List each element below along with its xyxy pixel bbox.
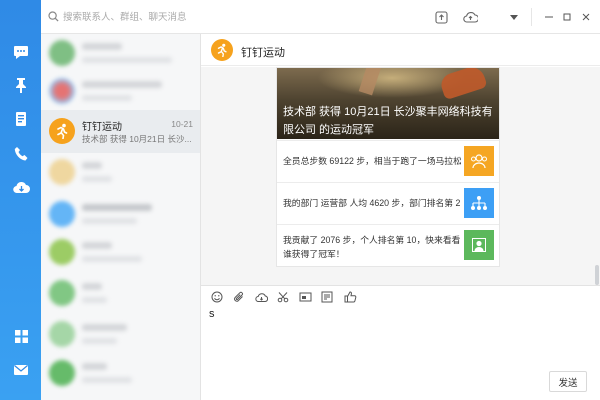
nav-rail xyxy=(0,0,41,400)
document-icon[interactable] xyxy=(11,109,31,129)
conversation-title: 钉钉运动 xyxy=(82,122,122,133)
blurred-preview xyxy=(82,218,137,224)
avatar xyxy=(49,159,75,185)
card-message-icon[interactable] xyxy=(319,289,335,305)
banner-title-line1: 技术部 获得 10月21日 长沙聚丰网络科技有 xyxy=(283,106,493,118)
sport-report-card[interactable]: 技术部 获得 10月21日 长沙聚丰网络科技有 限公司 的运动冠军 全员总步数 … xyxy=(276,67,500,267)
chat-icon[interactable] xyxy=(11,42,31,62)
screen-share-icon[interactable] xyxy=(297,289,313,305)
input-toolbar xyxy=(201,285,600,307)
blurred-title xyxy=(82,324,127,331)
conversation-item[interactable] xyxy=(41,34,200,77)
attachment-icon[interactable] xyxy=(231,289,247,305)
blurred-preview xyxy=(82,95,132,101)
banner-image: 技术部 获得 10月21日 长沙聚丰网络科技有 限公司 的运动冠军 xyxy=(277,68,499,139)
avatar xyxy=(49,360,75,386)
conversation-list: 钉钉运动 10-21 技术部 获得 10月21日 长沙... xyxy=(41,34,201,400)
phone-icon[interactable] xyxy=(11,143,31,163)
emoji-icon[interactable] xyxy=(209,289,225,305)
conversation-preview: 技术部 获得 10月21日 长沙... xyxy=(82,134,192,144)
avatar xyxy=(49,280,75,306)
avatar xyxy=(49,40,75,66)
card-item-text-line2: 谁获得了冠军！ xyxy=(283,249,345,259)
blurred-title xyxy=(82,162,102,169)
cloud-disk-icon[interactable] xyxy=(11,177,31,197)
blurred-title xyxy=(82,204,152,211)
card-item-text: 我的部门 运营部 人均 4620 步，部门排名第 2 xyxy=(283,198,461,208)
top-bar xyxy=(41,0,600,34)
person-icon xyxy=(464,230,494,260)
blurred-preview xyxy=(82,256,142,262)
blurred-title xyxy=(82,242,112,249)
card-item[interactable]: 全员总步数 69122 步，相当于跑了一场马拉松 xyxy=(277,140,499,181)
close-icon[interactable] xyxy=(578,9,594,25)
conversation-item[interactable] xyxy=(41,195,200,238)
conversation-item[interactable] xyxy=(41,153,200,196)
avatar xyxy=(49,321,75,347)
search-icon xyxy=(48,11,59,25)
blurred-preview xyxy=(82,176,112,182)
workbench-grid-icon[interactable] xyxy=(11,326,31,346)
card-item[interactable]: 我的部门 运营部 人均 4620 步，部门排名第 2 xyxy=(277,182,499,223)
conversation-item[interactable] xyxy=(41,274,200,317)
maximize-icon[interactable] xyxy=(559,9,575,25)
search-input[interactable] xyxy=(63,9,243,25)
conversation-item[interactable] xyxy=(41,233,200,276)
card-item-text: 我贡献了 2076 步，个人排名第 10，快来看看 xyxy=(283,235,461,245)
conversation-item[interactable] xyxy=(41,315,200,358)
team-icon xyxy=(464,146,494,176)
blurred-preview xyxy=(82,338,117,344)
blurred-title xyxy=(82,43,122,50)
pin-icon[interactable] xyxy=(11,75,31,95)
chat-title: 钉钉运动 xyxy=(241,47,285,59)
blurred-preview xyxy=(82,57,172,63)
minimize-icon[interactable] xyxy=(541,9,557,25)
card-item-text: 全员总步数 69122 步，相当于跑了一场马拉松 xyxy=(283,156,461,166)
runner-avatar-icon xyxy=(49,118,75,144)
conversation-item[interactable] xyxy=(41,72,200,115)
thumbs-up-icon[interactable] xyxy=(342,289,358,305)
upload-screen-icon[interactable] xyxy=(433,9,449,25)
mail-icon[interactable] xyxy=(11,360,31,380)
conversation-item[interactable] xyxy=(41,354,200,397)
runner-avatar-icon[interactable] xyxy=(211,39,233,61)
cloud-file-icon[interactable] xyxy=(253,289,269,305)
conversation-item-active[interactable]: 钉钉运动 10-21 技术部 获得 10月21日 长沙... xyxy=(41,110,200,153)
org-chart-icon xyxy=(464,188,494,218)
chat-scrollbar[interactable] xyxy=(595,265,599,285)
avatar xyxy=(49,201,75,227)
message-input[interactable]: s xyxy=(209,308,215,320)
cloud-upload-icon[interactable] xyxy=(462,9,478,25)
conversation-time: 10-21 xyxy=(171,119,193,129)
blurred-title xyxy=(82,363,107,370)
card-item[interactable]: 我贡献了 2076 步，个人排名第 10，快来看看 谁获得了冠军！ xyxy=(277,224,499,267)
compose-area[interactable]: s xyxy=(201,307,600,400)
banner-title-line2: 限公司 的运动冠军 xyxy=(283,124,375,136)
scissors-icon[interactable] xyxy=(275,289,291,305)
message-area: 技术部 获得 10月21日 长沙聚丰网络科技有 限公司 的运动冠军 全员总步数 … xyxy=(201,67,600,285)
toolbar-divider xyxy=(531,8,532,26)
avatar xyxy=(49,78,75,104)
avatar xyxy=(49,239,75,265)
dropdown-caret-icon[interactable] xyxy=(506,9,522,25)
chat-header: 钉钉运动 xyxy=(201,34,600,66)
blurred-title xyxy=(82,81,162,88)
send-button[interactable]: 发送 xyxy=(549,371,587,392)
blurred-preview xyxy=(82,377,132,383)
blurred-preview xyxy=(82,297,107,303)
blurred-title xyxy=(82,283,102,290)
